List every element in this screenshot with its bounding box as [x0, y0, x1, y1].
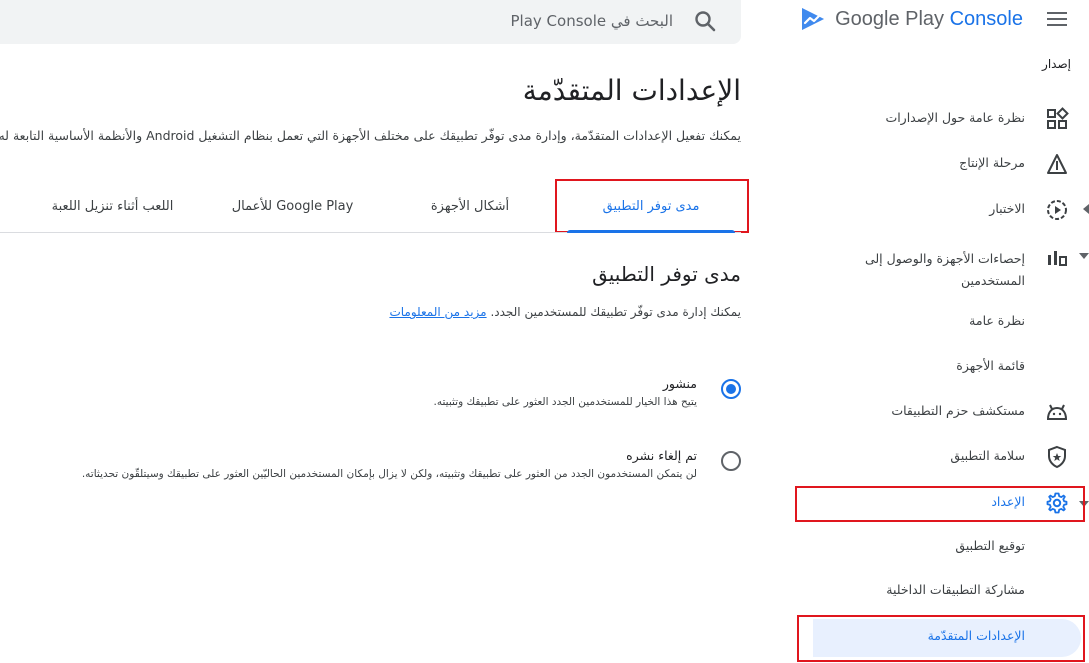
sidebar-item-production[interactable]: مرحلة الإنتاج [789, 149, 1089, 179]
sidebar-item-device-reach[interactable]: إحصاءات الأجهزة والوصول إلى المستخدمين [789, 242, 1089, 290]
android-icon [1046, 404, 1068, 420]
sidebar-item-releases-overview[interactable]: نظرة عامة حول الإصدارات [789, 104, 1089, 134]
radio-unpublished[interactable] [721, 451, 741, 471]
sidebar-item-label: الاختبار [989, 201, 1025, 216]
sidebar-item-internal-sharing[interactable]: مشاركة التطبيقات الداخلية [789, 576, 1089, 606]
sidebar-item-bundle-explorer[interactable]: مستكشف حزم التطبيقات [789, 397, 1089, 427]
page-title: الإعدادات المتقدّمة [522, 74, 741, 107]
sidebar-item-testing[interactable]: الاختبار [789, 195, 1089, 225]
sidebar: Google Play Console إصدار نظرة عامة حول … [789, 0, 1089, 663]
tab-active-indicator [567, 230, 735, 233]
sidebar-item-label: توقيع التطبيق [955, 538, 1025, 553]
tab-play-as-you-download[interactable]: اللعب أثناء تنزيل اللعبة [30, 180, 195, 232]
tab-bar: مدى توفر التطبيق أشكال الأجهزة Google Pl… [0, 180, 741, 233]
search-icon[interactable] [693, 9, 717, 33]
sidebar-item-label: إحصاءات الأجهزة والوصول إلى المستخدمين [864, 251, 1025, 288]
sidebar-item-app-integrity[interactable]: سلامة التطبيق [789, 442, 1089, 472]
search-bar [0, 0, 741, 44]
sidebar-item-overview[interactable]: نظرة عامة [789, 307, 1089, 337]
option-description: يتيح هذا الخيار للمستخدمين الجدد العثور … [433, 396, 697, 408]
menu-icon[interactable] [1043, 8, 1069, 30]
play-console-logo-icon [802, 8, 825, 30]
chevron-left-icon[interactable] [1083, 204, 1089, 214]
chevron-down-icon[interactable] [1079, 253, 1089, 259]
tab-device-form-factors[interactable]: أشكال الأجهزة [400, 180, 540, 232]
tab-app-availability[interactable]: مدى توفر التطبيق [561, 180, 741, 233]
sidebar-item-label: مرحلة الإنتاج [959, 155, 1025, 170]
tab-label: Google Play للأعمال [231, 198, 354, 214]
sidebar-item-advanced-settings[interactable]: الإعدادات المتقدّمة [789, 622, 1089, 652]
option-title: تم إلغاء نشره [626, 448, 697, 463]
tab-label: أشكال الأجهزة [430, 198, 510, 214]
sidebar-item-label: قائمة الأجهزة [956, 358, 1025, 373]
production-icon [1047, 154, 1067, 174]
sidebar-item-label: مشاركة التطبيقات الداخلية [886, 582, 1025, 597]
sidebar-item-label: الإعدادات المتقدّمة [927, 628, 1025, 643]
sidebar-item-label: سلامة التطبيق [950, 448, 1025, 463]
sidebar-item-label: نظرة عامة حول الإصدارات [885, 110, 1025, 125]
gear-icon [1046, 492, 1068, 514]
sidebar-item-label: الإعداد [991, 494, 1025, 509]
radio-published[interactable] [721, 379, 741, 399]
learn-more-link[interactable]: مزيد من المعلومات [389, 305, 486, 319]
dashboard-icon [1047, 107, 1069, 129]
section-description: يمكنك إدارة مدى توفّر تطبيقك للمستخدمين … [389, 305, 741, 319]
bar-chart-icon [1048, 251, 1067, 266]
sidebar-item-label: مستكشف حزم التطبيقات [891, 403, 1025, 418]
sidebar-item-device-catalog[interactable]: قائمة الأجهزة [789, 352, 1089, 382]
app-logo[interactable]: Google Play Console [799, 4, 1023, 34]
tab-label: اللعب أثناء تنزيل اللعبة [51, 198, 174, 214]
section-title: مدى توفر التطبيق [592, 262, 741, 286]
sidebar-item-label: نظرة عامة [969, 313, 1025, 328]
logo-text: Google Play Console [835, 7, 1023, 30]
play-circle-icon [1047, 200, 1067, 220]
option-description: لن يتمكن المستخدمون الجدد من العثور على … [81, 468, 697, 480]
sidebar-item-app-signing[interactable]: توقيع التطبيق [789, 532, 1089, 562]
sidebar-item-setup[interactable]: الإعداد [789, 488, 1089, 518]
search-input[interactable] [211, 9, 675, 33]
shield-star-icon [1048, 445, 1066, 469]
option-title: منشور [662, 376, 697, 391]
tab-label: مدى توفر التطبيق [602, 198, 700, 214]
tab-managed-google-play[interactable]: Google Play للأعمال [210, 180, 375, 232]
page-description: يمكنك تفعيل الإعدادات المتقدّمة، وإدارة … [0, 128, 741, 143]
chevron-down-icon[interactable] [1079, 501, 1089, 507]
section-description-text: يمكنك إدارة مدى توفّر تطبيقك للمستخدمين … [490, 305, 741, 319]
section-label-release: إصدار [1042, 57, 1071, 71]
